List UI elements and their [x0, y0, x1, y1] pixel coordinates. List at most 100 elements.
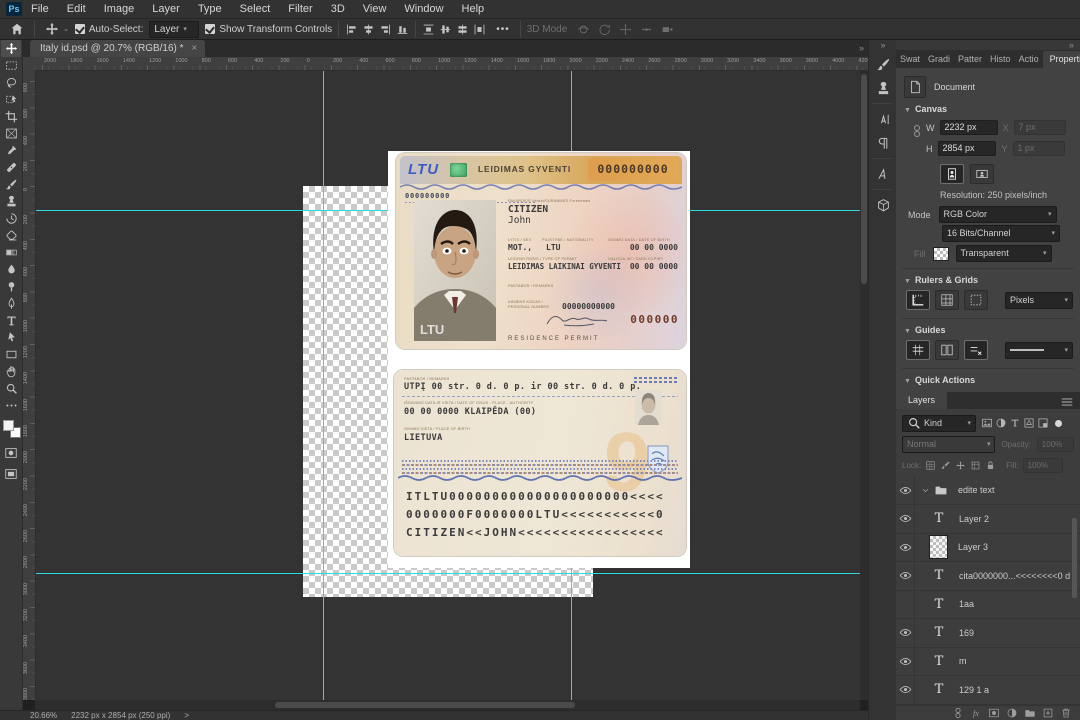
glyphs-icon[interactable] [869, 162, 897, 186]
expand-panels-icon[interactable]: » [869, 40, 897, 52]
lock-artboard-icon[interactable] [970, 460, 981, 471]
filter-toggle-icon[interactable] [1055, 419, 1062, 427]
show-transform-checkbox[interactable] [205, 24, 216, 34]
align-bottom-icon[interactable] [396, 23, 409, 36]
lock-paint-icon[interactable] [940, 460, 951, 471]
guide-vertical-1[interactable] [323, 70, 324, 700]
guide-style-dropdown[interactable]: ▾ [1005, 341, 1073, 359]
status-chevron-icon[interactable]: > [184, 711, 189, 720]
menu-window[interactable]: Window [395, 0, 452, 18]
menu-image[interactable]: Image [95, 0, 144, 18]
auto-select-checkbox[interactable] [74, 24, 85, 34]
layer-row[interactable]: edite text [896, 476, 1080, 505]
toggle-rulers-icon[interactable] [906, 290, 930, 310]
screen-mode-icon[interactable] [1, 465, 21, 482]
new-layer-icon[interactable] [1042, 707, 1054, 719]
link-dimensions-icon[interactable] [910, 124, 924, 138]
crop-tool[interactable] [1, 108, 21, 125]
layers-menu-icon[interactable] [1060, 395, 1074, 409]
visibility-eye-icon[interactable] [896, 504, 915, 533]
visibility-eye-icon[interactable] [896, 618, 915, 647]
move-tool[interactable] [1, 40, 21, 57]
visibility-eye-icon[interactable] [896, 675, 915, 704]
align-right-icon[interactable] [379, 23, 392, 36]
visibility-eye-icon[interactable] [896, 647, 915, 675]
color-mode-dropdown[interactable]: RGB Color ▾ [938, 206, 1057, 223]
path-selection-tool[interactable] [1, 329, 21, 346]
auto-select-target-dropdown[interactable]: Layer ▾ [149, 20, 200, 38]
text-layer-icon[interactable]: T [929, 592, 949, 616]
tab-histo[interactable]: Histo [986, 51, 1015, 68]
color-swatches[interactable] [3, 420, 21, 438]
pen-tool[interactable] [1, 295, 21, 312]
hand-tool[interactable] [1, 363, 21, 380]
photoshop-logo[interactable]: Ps [6, 2, 22, 16]
filter-shape-layers-icon[interactable] [1023, 417, 1035, 429]
panel-collapse-icon[interactable]: » [859, 40, 864, 57]
zoom-tool[interactable] [1, 380, 21, 397]
filter-type-layers-icon[interactable] [1009, 417, 1021, 429]
3d-camera-icon[interactable] [661, 23, 674, 36]
3d-slide-icon[interactable] [640, 23, 653, 36]
delete-layer-icon[interactable] [1060, 707, 1072, 719]
document-tab[interactable]: Italy id.psd @ 20.7% (RGB/16) * × [30, 40, 206, 57]
clone-source-icon[interactable] [869, 76, 897, 100]
menu-view[interactable]: View [354, 0, 396, 18]
units-dropdown[interactable]: Pixels ▾ [1005, 291, 1073, 309]
menu-type[interactable]: Type [189, 0, 231, 18]
filter-adjustment-layers-icon[interactable] [995, 417, 1007, 429]
more-options-icon[interactable]: ••• [492, 24, 514, 35]
object-selection-tool[interactable] [1, 91, 21, 108]
lock-transparency-icon[interactable] [925, 460, 936, 471]
distribute-left-icon[interactable] [473, 23, 486, 36]
guide-layout-icon[interactable] [935, 340, 959, 360]
close-tab-icon[interactable]: × [192, 40, 198, 57]
gradient-tool[interactable] [1, 244, 21, 261]
canvas-width-input[interactable]: 2232 px [939, 120, 998, 135]
fill-dropdown[interactable]: Transparent ▾ [955, 245, 1052, 262]
filter-kind-dropdown[interactable]: Kind ▾ [902, 414, 976, 432]
layer-row[interactable]: T 129 1 a [896, 675, 1080, 705]
toggle-grid-icon[interactable] [935, 290, 959, 310]
layer-row[interactable]: T 1aa [896, 590, 1080, 619]
lasso-tool[interactable] [1, 74, 21, 91]
canvas-height-input[interactable]: 2854 px [937, 141, 996, 156]
type-tool[interactable] [1, 312, 21, 329]
zoom-level[interactable]: 20.66% [30, 711, 57, 720]
move-tool-icon[interactable] [41, 22, 63, 36]
guides-header[interactable]: ▼ Guides [904, 325, 945, 335]
toggle-guides-icon[interactable] [906, 340, 930, 360]
filter-smart-objects-icon[interactable] [1037, 417, 1049, 429]
3d-pan-icon[interactable] [619, 23, 632, 36]
link-layers-icon[interactable] [952, 707, 964, 719]
marquee-tool[interactable] [1, 57, 21, 74]
align-center-icon[interactable] [362, 23, 375, 36]
3d-orbit-icon[interactable] [577, 23, 590, 36]
landscape-orientation-icon[interactable] [970, 164, 994, 184]
layer-row[interactable]: T Layer 2 [896, 504, 1080, 534]
rulers-grids-header[interactable]: ▼ Rulers & Grids [904, 275, 978, 285]
eyedropper-tool[interactable] [1, 142, 21, 159]
bit-depth-dropdown[interactable]: 16 Bits/Channel ▾ [942, 225, 1060, 242]
menu-layer[interactable]: Layer [143, 0, 189, 18]
visibility-eye-icon[interactable] [896, 590, 915, 618]
visibility-eye-icon[interactable] [896, 561, 915, 590]
lock-position-icon[interactable] [955, 460, 966, 471]
brush-settings-icon[interactable] [869, 52, 897, 76]
dodge-tool[interactable] [1, 278, 21, 295]
text-layer-icon[interactable]: T [929, 649, 949, 673]
distribute-bottom-icon[interactable] [456, 23, 469, 36]
layer-row[interactable]: T m [896, 647, 1080, 676]
healing-brush-tool[interactable] [1, 159, 21, 176]
eraser-tool[interactable] [1, 227, 21, 244]
layers-scrollbar[interactable] [1072, 518, 1077, 598]
portrait-orientation-icon[interactable] [940, 164, 964, 184]
brush-tool[interactable] [1, 176, 21, 193]
tab-patter[interactable]: Patter [954, 51, 986, 68]
ruler-origin-corner[interactable] [22, 57, 36, 71]
horizontal-scrollbar[interactable] [35, 700, 860, 710]
tab-properties[interactable]: Properties [1042, 51, 1080, 68]
clone-stamp-tool[interactable] [1, 193, 21, 210]
quick-actions-header[interactable]: ▼ Quick Actions [904, 375, 975, 385]
canvas-viewport[interactable]: LTU LEIDIMAS GYVENTI 000000000 000000000 [35, 70, 860, 700]
